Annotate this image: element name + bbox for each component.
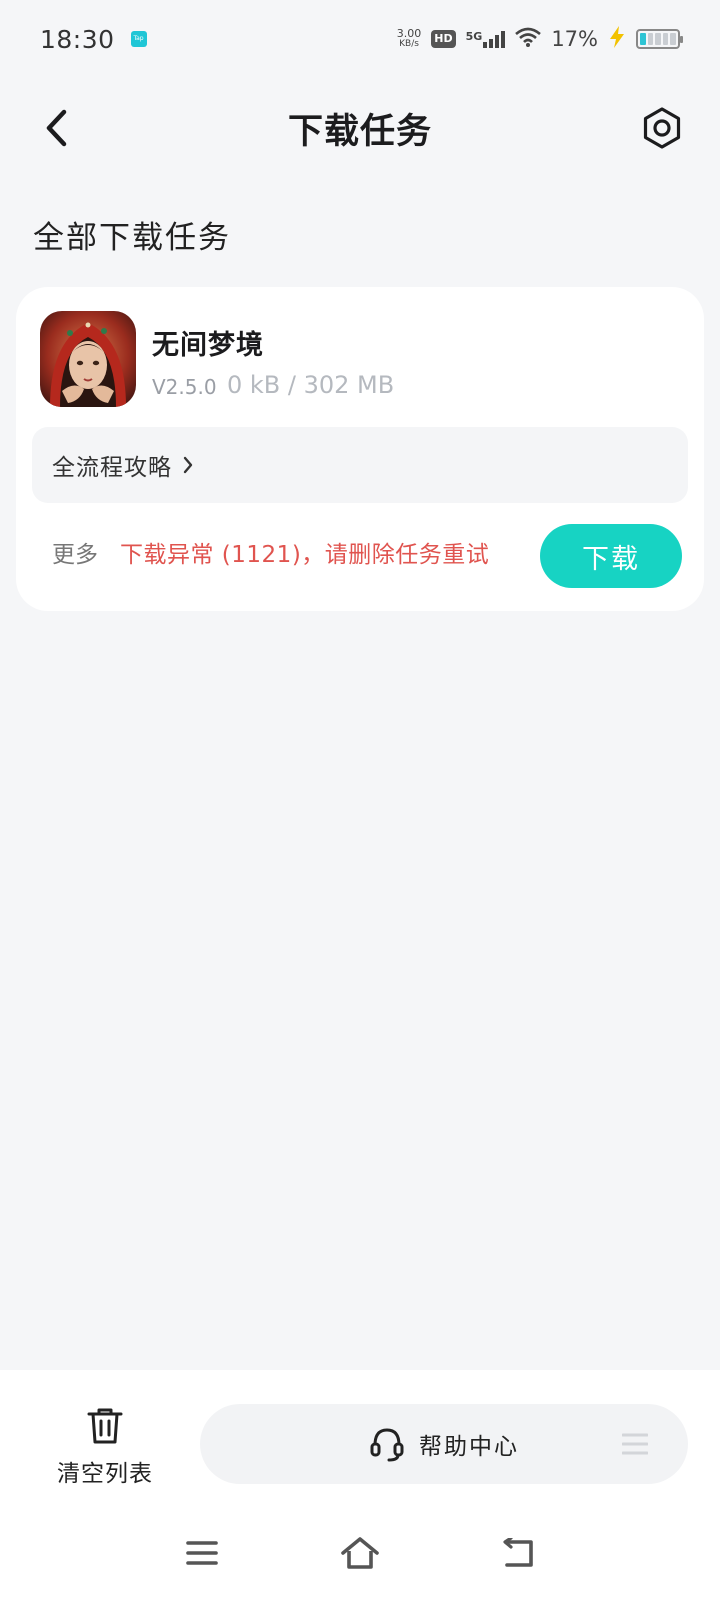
app-name: 无间梦境	[152, 330, 264, 361]
status-bar: 18:30 Tap 3.00 KB/s HD 5G 17%	[0, 0, 720, 78]
clear-list-button[interactable]: 清空列表	[52, 1406, 158, 1488]
recent-apps-button[interactable]	[178, 1529, 226, 1577]
battery-percent: 17%	[551, 27, 598, 51]
full-walkthrough-link[interactable]: 全流程攻略	[32, 427, 688, 503]
chevron-right-icon	[182, 455, 194, 475]
page-header: 下载任务	[0, 78, 720, 178]
back-button[interactable]	[34, 104, 78, 152]
battery-icon	[636, 29, 683, 49]
back-icon	[503, 1538, 533, 1567]
nav-back-button[interactable]	[494, 1529, 542, 1577]
download-button[interactable]: 下载	[540, 524, 682, 588]
network-type: 5G	[465, 30, 483, 43]
app-icon[interactable]	[40, 311, 136, 407]
hd-icon: HD	[431, 30, 456, 48]
trash-icon	[87, 1408, 123, 1444]
tap-app-notification-icon: Tap	[130, 31, 147, 47]
network-speed: 3.00 KB/s	[396, 27, 422, 49]
signal-icon: 5G	[466, 30, 506, 48]
chevron-left-icon	[46, 109, 67, 147]
headset-icon	[370, 1428, 404, 1462]
app-version: V2.5.0	[152, 375, 217, 399]
home-icon	[341, 1537, 379, 1569]
section-title: 全部下载任务	[33, 220, 231, 256]
download-error-message: 下载异常 (1121)，请删除任务重试	[120, 542, 490, 568]
status-indicators: 3.00 KB/s HD 5G 17%	[396, 26, 683, 52]
hexagon-gear-icon	[643, 107, 681, 149]
home-button[interactable]	[336, 1529, 384, 1577]
help-center-button[interactable]: 帮助中心	[200, 1404, 688, 1484]
download-size-progress: 0 kB / 302 MB	[227, 371, 395, 399]
system-nav-bar	[0, 1506, 720, 1600]
page-title: 下载任务	[287, 111, 432, 152]
settings-button[interactable]	[638, 104, 686, 152]
status-time: 18:30	[40, 24, 115, 54]
menu-lines-icon	[621, 1432, 649, 1460]
network-speed-unit: KB/s	[399, 39, 419, 49]
download-task-card: 无间梦境 V2.5.0 0 kB / 302 MB 全流程攻略 更多 下载异常 …	[16, 287, 704, 611]
help-center-label: 帮助中心	[419, 1434, 519, 1460]
walkthrough-label: 全流程攻略	[52, 455, 172, 481]
charging-icon	[608, 26, 626, 52]
wifi-icon	[515, 27, 542, 51]
network-speed-value: 3.00	[396, 27, 422, 40]
clear-list-label: 清空列表	[57, 1461, 153, 1487]
more-button[interactable]: 更多	[52, 535, 98, 569]
menu-icon	[186, 1541, 218, 1565]
